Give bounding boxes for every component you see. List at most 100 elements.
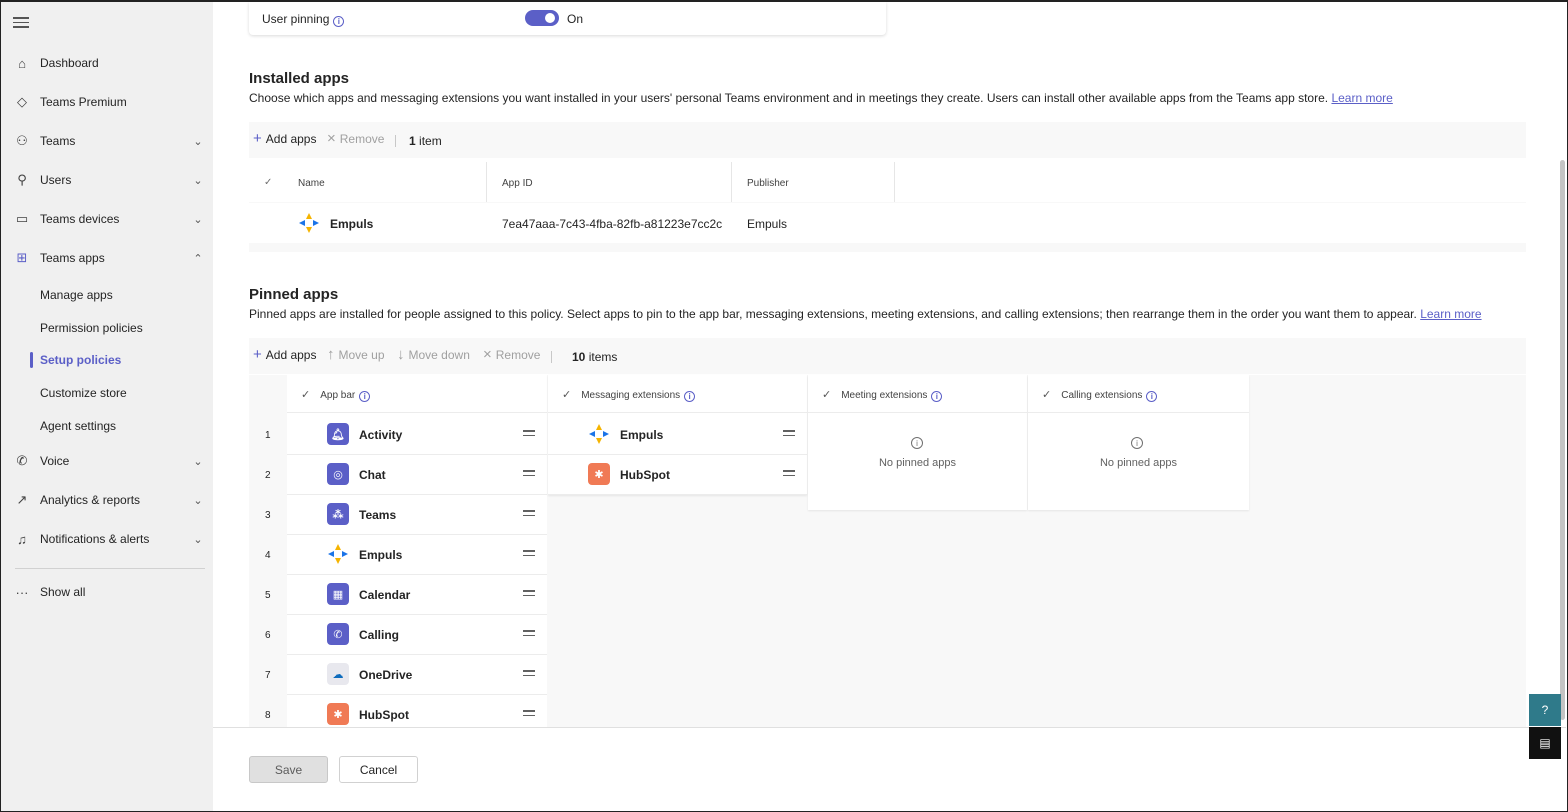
save-button[interactable]: Save bbox=[249, 756, 328, 783]
column-header-app-id[interactable]: App ID bbox=[502, 178, 533, 189]
row-number: 7 bbox=[265, 670, 271, 681]
pinned-remove-button[interactable]: × Remove bbox=[483, 347, 540, 362]
add-apps-label: Add apps bbox=[265, 132, 317, 146]
empuls-logo-icon bbox=[588, 423, 610, 445]
drag-handle-icon[interactable] bbox=[523, 470, 535, 479]
remove-label: Remove bbox=[339, 132, 385, 146]
messaging-extensions-header: ✓ Messaging extensions i bbox=[548, 375, 807, 413]
chevron-down-icon[interactable]: ⌄ bbox=[191, 212, 205, 226]
list-item[interactable]: ☁ OneDrive bbox=[287, 655, 547, 695]
sidebar-item-notifications-alerts[interactable]: ♫ Notifications & alerts ⌄ bbox=[1, 523, 213, 555]
sidebar-item-label: Teams devices bbox=[40, 212, 120, 226]
teams-icon: ⁂ bbox=[327, 503, 349, 525]
add-apps-label: Add apps bbox=[265, 348, 317, 362]
sidebar-item-dashboard[interactable]: ⌂ Dashboard bbox=[1, 47, 213, 79]
info-icon[interactable]: i bbox=[333, 16, 345, 27]
move-up-button[interactable]: ↑ Move up bbox=[327, 347, 385, 362]
check-icon[interactable]: ✓ bbox=[562, 389, 571, 401]
info-icon[interactable]: i bbox=[359, 391, 371, 402]
check-icon[interactable]: ✓ bbox=[822, 389, 831, 401]
sidebar-item-teams-apps[interactable]: ⊞ Teams apps ⌃ bbox=[1, 242, 213, 274]
app-id-cell: 7ea47aaa-7c43-4fba-82fb-a81223e7cc2c bbox=[502, 217, 723, 231]
installed-learn-more-link[interactable]: Learn more bbox=[1331, 91, 1392, 105]
empty-state-text: No pinned apps bbox=[1099, 457, 1178, 469]
chevron-down-icon[interactable]: ⌄ bbox=[191, 173, 205, 187]
sidebar-item-teams-devices[interactable]: ▭ Teams devices ⌄ bbox=[1, 203, 213, 235]
sidebar-subitem-setup-policies[interactable]: Setup policies bbox=[1, 346, 213, 374]
count-label: item bbox=[419, 134, 442, 148]
drag-handle-icon[interactable] bbox=[523, 630, 535, 639]
cancel-button[interactable]: Cancel bbox=[339, 756, 418, 783]
messaging-extensions-column: ✓ Messaging extensions i Empuls ✱ HubSpot bbox=[548, 375, 807, 495]
user-pinning-toggle[interactable] bbox=[525, 10, 559, 26]
feedback-icon[interactable]: ▤ bbox=[1529, 727, 1561, 759]
sidebar-divider bbox=[15, 568, 205, 569]
installed-remove-button[interactable]: × Remove bbox=[327, 130, 385, 147]
list-item[interactable]: Empuls bbox=[548, 415, 807, 455]
sidebar-subitem-customize-store[interactable]: Customize store bbox=[1, 379, 213, 407]
table-header: ✓ Name App ID Publisher bbox=[249, 162, 1526, 202]
sidebar-subitem-agent-settings[interactable]: Agent settings bbox=[1, 412, 213, 440]
count-number: 10 bbox=[572, 350, 586, 364]
vertical-scrollbar[interactable] bbox=[1560, 160, 1565, 720]
drag-handle-icon[interactable] bbox=[523, 590, 535, 599]
installed-add-apps-button[interactable]: + Add apps bbox=[253, 131, 317, 146]
drag-handle-icon[interactable] bbox=[523, 670, 535, 679]
drag-handle-icon[interactable] bbox=[523, 510, 535, 519]
app-bar-title-text: App bar bbox=[320, 390, 356, 401]
list-item[interactable]: ⁂ Teams bbox=[287, 495, 547, 535]
sidebar-subitem-manage-apps[interactable]: Manage apps bbox=[1, 281, 213, 309]
calling-extensions-column: ✓ Calling extensions i i No pinned apps bbox=[1028, 375, 1249, 510]
drag-handle-icon[interactable] bbox=[783, 430, 795, 439]
check-icon[interactable]: ✓ bbox=[1042, 389, 1051, 401]
drag-handle-icon[interactable] bbox=[523, 710, 535, 719]
drag-handle-icon[interactable] bbox=[523, 550, 535, 559]
meeting-extensions-header: ✓ Meeting extensions i bbox=[808, 375, 1027, 413]
sidebar-item-analytics-reports[interactable]: ↗ Analytics & reports ⌄ bbox=[1, 484, 213, 516]
sidebar-item-teams-premium[interactable]: ◇ Teams Premium bbox=[1, 86, 213, 118]
sidebar-subitem-permission-policies[interactable]: Permission policies bbox=[1, 314, 213, 342]
list-item[interactable]: Empuls bbox=[287, 535, 547, 575]
apps-icon: ⊞ bbox=[16, 250, 28, 265]
app-name: Calling bbox=[359, 628, 400, 642]
column-header-publisher[interactable]: Publisher bbox=[747, 178, 789, 189]
info-icon[interactable]: i bbox=[931, 391, 943, 402]
calling-extensions-title-text: Calling extensions bbox=[1061, 390, 1143, 401]
calling-extensions-header: ✓ Calling extensions i bbox=[1028, 375, 1249, 413]
hamburger-menu-icon[interactable] bbox=[13, 14, 29, 30]
chart-icon: ↗ bbox=[16, 492, 28, 507]
list-item[interactable]: ▦ Calendar bbox=[287, 575, 547, 615]
sidebar-item-voice[interactable]: ✆ Voice ⌄ bbox=[1, 445, 213, 477]
move-down-button[interactable]: ↓ Move down bbox=[397, 347, 470, 362]
sidebar-subitem-label: Permission policies bbox=[40, 321, 143, 335]
list-item[interactable]: ✆ Calling bbox=[287, 615, 547, 655]
info-icon[interactable]: i bbox=[1146, 391, 1158, 402]
chevron-down-icon[interactable]: ⌄ bbox=[191, 134, 205, 148]
list-item[interactable]: ✱ HubSpot bbox=[548, 455, 807, 495]
info-icon[interactable]: i bbox=[684, 391, 696, 402]
chevron-down-icon[interactable]: ⌄ bbox=[191, 454, 205, 468]
pinned-add-apps-button[interactable]: + Add apps bbox=[253, 347, 317, 362]
column-header-name[interactable]: Name bbox=[298, 178, 325, 189]
drag-handle-icon[interactable] bbox=[523, 430, 535, 439]
chevron-down-icon[interactable]: ⌄ bbox=[191, 493, 205, 507]
list-item[interactable]: 🔔︎ Activity bbox=[287, 415, 547, 455]
list-item[interactable]: ✱ HubSpot bbox=[287, 695, 547, 727]
help-icon[interactable]: ? bbox=[1529, 694, 1561, 726]
sidebar-item-teams[interactable]: ⚇ Teams ⌄ bbox=[1, 125, 213, 157]
chat-icon: ◎ bbox=[327, 463, 349, 485]
sidebar-item-users[interactable]: ⚲ Users ⌄ bbox=[1, 164, 213, 196]
close-icon: × bbox=[327, 130, 336, 147]
installed-apps-title: Installed apps bbox=[249, 70, 350, 87]
list-item[interactable]: ◎ Chat bbox=[287, 455, 547, 495]
pinned-learn-more-link[interactable]: Learn more bbox=[1420, 307, 1481, 321]
chevron-down-icon[interactable]: ⌄ bbox=[191, 532, 205, 546]
sidebar-show-all[interactable]: ··· Show all bbox=[1, 576, 213, 608]
installed-apps-table: ✓ Name App ID Publisher Empuls 7ea47aaa-… bbox=[249, 162, 1526, 252]
app-bar-column: ✓ App bar i 🔔︎ Activity ◎ Chat ⁂ Teams E… bbox=[287, 375, 547, 727]
check-icon[interactable]: ✓ bbox=[301, 389, 310, 401]
chevron-up-icon[interactable]: ⌃ bbox=[191, 251, 205, 265]
drag-handle-icon[interactable] bbox=[783, 470, 795, 479]
table-row[interactable]: Empuls 7ea47aaa-7c43-4fba-82fb-a81223e7c… bbox=[249, 203, 1526, 243]
select-all-check-icon[interactable]: ✓ bbox=[264, 177, 272, 188]
